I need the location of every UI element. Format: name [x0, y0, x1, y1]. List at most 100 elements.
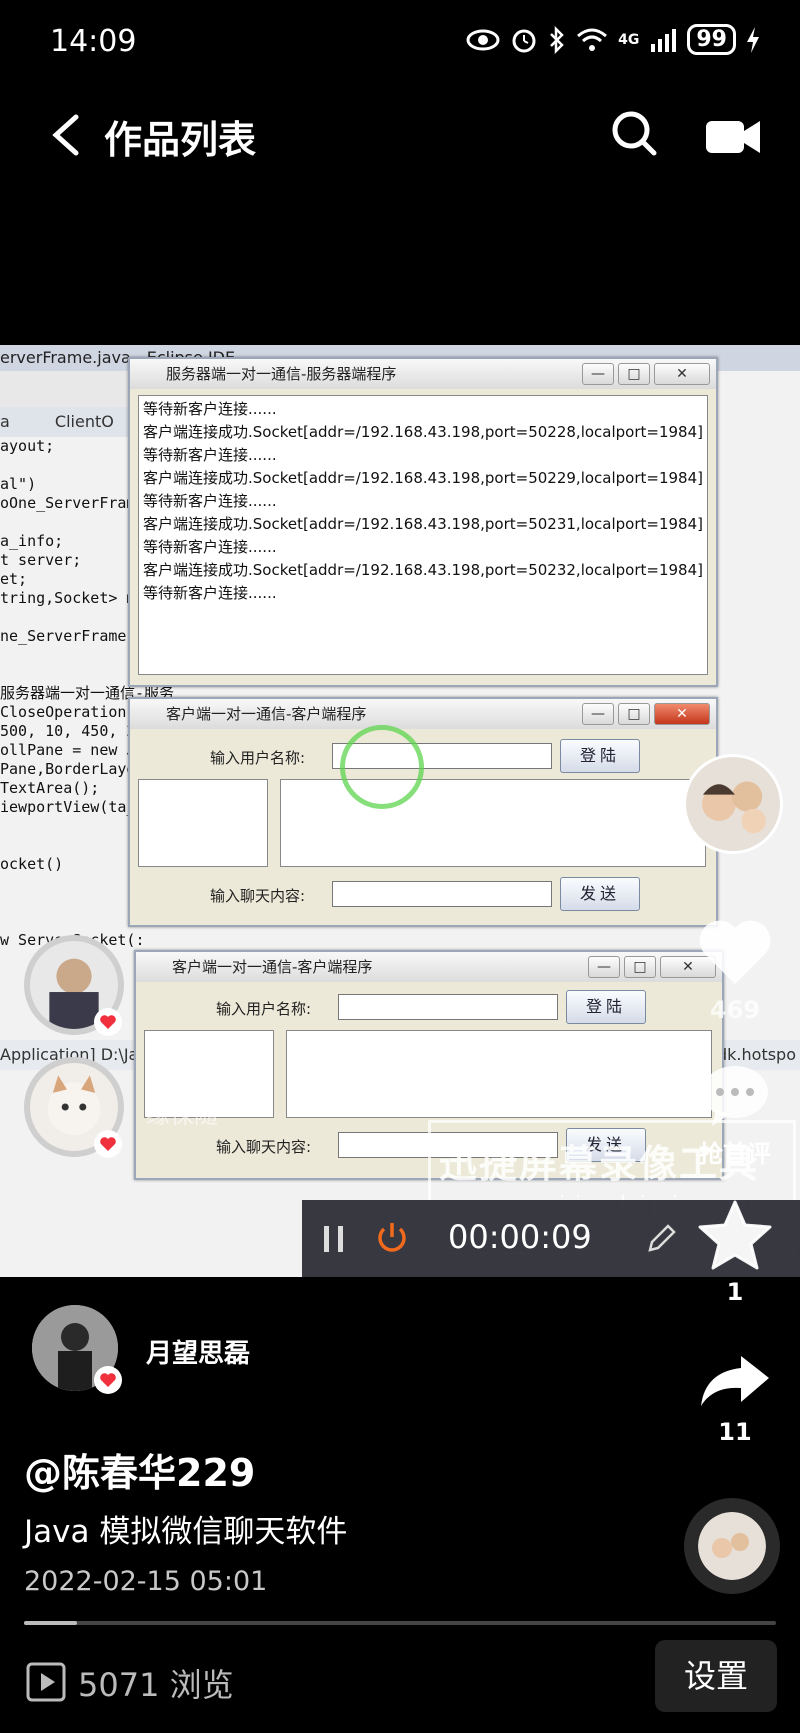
ide-code-line: t server;: [0, 551, 82, 569]
ide-code-line: [0, 817, 140, 836]
recording-time: 00:00:09: [448, 1218, 592, 1256]
music-disc[interactable]: [684, 1498, 780, 1594]
share-action[interactable]: 11: [690, 1352, 780, 1446]
ide-code-line: CloseOperation(: [0, 703, 136, 721]
video-progress-bar[interactable]: [24, 1621, 776, 1625]
client-window-1: 客户端一对一通信-客户端程序 — □ ✕ 输入用户名称: 登陆 输入聊天内容: …: [128, 697, 718, 927]
minimize-button[interactable]: —: [582, 703, 614, 725]
ide-code-line: [0, 513, 140, 532]
user-list[interactable]: [138, 779, 268, 867]
server-log-line: 等待新客户连接......: [143, 584, 277, 602]
ide-toolbar: [0, 371, 140, 407]
ide-code-line: a_info;: [0, 532, 64, 550]
like-action[interactable]: 469: [690, 918, 780, 1024]
ide-tab-bar: a ClientO: [0, 407, 140, 437]
share-count: 11: [718, 1418, 752, 1446]
bottom-bar: 5071 浏览 设置: [0, 1640, 800, 1733]
server-log-line: 客户端连接成功.Socket[addr=/192.168.43.198,port…: [143, 515, 703, 533]
network-type: 4G: [618, 31, 640, 48]
pen-icon[interactable]: [644, 1222, 678, 1256]
ide-code-line: tring,Socket> m: [0, 589, 136, 607]
ide-code-line: ne_ServerFrame(: [0, 627, 136, 645]
maximize-button[interactable]: □: [618, 703, 650, 725]
send-button[interactable]: 发送: [560, 877, 640, 911]
minimize-button[interactable]: —: [582, 363, 614, 385]
server-log-line: 客户端连接成功.Socket[addr=/192.168.43.198,port…: [143, 423, 703, 441]
ide-code-line: al"): [0, 475, 37, 493]
star-icon[interactable]: [698, 1200, 772, 1270]
post-description: Java 模拟微信聊天软件: [24, 1514, 348, 1550]
ide-code-line: et;: [0, 570, 28, 588]
favorite-count: 1: [726, 1278, 744, 1306]
status-icons: 4G 99: [466, 24, 760, 55]
heart-icon[interactable]: [696, 918, 774, 988]
server-log-line: 等待新客户连接......: [143, 538, 277, 556]
pause-icon[interactable]: [322, 1224, 346, 1254]
video-player[interactable]: erverFrame.java - Eclipse IDE a ClientO …: [0, 345, 800, 1277]
close-button[interactable]: ✕: [654, 703, 710, 725]
ide-code-line: ocket(): [0, 855, 64, 873]
ide-code-line: [0, 646, 140, 665]
ide-code-line: Pane,BorderLayo: [0, 760, 136, 778]
heart-icon: [94, 1130, 122, 1158]
status-time: 14:09: [50, 24, 137, 59]
alarm-icon: [512, 29, 536, 52]
server-log-line: 等待新客户连接......: [143, 400, 277, 418]
ide-code-line: [0, 608, 140, 627]
minimize-button[interactable]: —: [588, 956, 620, 978]
like-count: 469: [709, 996, 761, 1024]
overlay-commenter-name: 缘保随: [146, 1101, 218, 1129]
server-window: 服务器端一对一通信-服务器端程序 — □ ✕ 等待新客户连接...... 客户端连…: [128, 357, 718, 687]
chat-area[interactable]: [280, 779, 706, 867]
nav-bar: 作品列表: [0, 95, 800, 175]
settings-button[interactable]: 设置: [655, 1640, 777, 1712]
comment-label: 抢首评: [699, 1140, 771, 1168]
username-input[interactable]: [338, 994, 558, 1020]
play-icon: [26, 1662, 66, 1702]
ide-code-line: [0, 456, 140, 475]
ide-code-line: ayout;: [0, 437, 55, 455]
chat-area[interactable]: [286, 1030, 712, 1118]
charging-icon: [747, 26, 759, 53]
signal-icon: [651, 28, 677, 52]
message-label: 输入聊天内容:: [216, 1138, 312, 1156]
favorite-action[interactable]: 1: [690, 1200, 780, 1306]
status-bar: 14:09 4G 99: [0, 0, 800, 90]
heart-icon: [94, 1008, 122, 1036]
post-date: 2022-02-15 05:01: [24, 1566, 268, 1597]
bluetooth-icon: [550, 25, 564, 54]
ide-code-line: [0, 836, 140, 855]
heart-icon: [94, 1366, 122, 1394]
camera-icon[interactable]: [706, 117, 760, 157]
close-button[interactable]: ✕: [654, 363, 710, 385]
ide-code-line: [0, 874, 140, 893]
user-name[interactable]: 月望思磊: [146, 1333, 250, 1370]
message-input[interactable]: [332, 881, 552, 907]
maximize-button[interactable]: □: [624, 956, 656, 978]
server-log-line: 等待新客户连接......: [143, 492, 277, 510]
ide-code-line: 500, 10, 450, 2: [0, 722, 136, 740]
ide-code-line: TextArea();: [0, 779, 100, 797]
ide-code-line: oOne_ServerFram: [0, 494, 136, 512]
ide-code-line: [0, 665, 140, 684]
login-button[interactable]: 登陆: [560, 739, 640, 773]
author-handle[interactable]: @陈春华229: [24, 1442, 255, 1497]
share-arrow-icon[interactable]: [699, 1352, 771, 1408]
search-icon[interactable]: [610, 109, 658, 157]
creator-avatar[interactable]: [683, 754, 783, 854]
video-progress-fill: [24, 1621, 77, 1625]
comment-action[interactable]: 抢首评: [690, 1062, 780, 1169]
ide-tab: ClientO: [54, 412, 114, 431]
ide-code-line: [0, 912, 140, 931]
comment-icon[interactable]: [698, 1062, 772, 1128]
client-window-controls: — □ ✕: [582, 703, 710, 725]
maximize-button[interactable]: □: [618, 363, 650, 385]
server-log-line: 客户端连接成功.Socket[addr=/192.168.43.198,port…: [143, 469, 703, 487]
ide-code-line: [0, 893, 140, 912]
username-label: 输入用户名称:: [210, 749, 306, 767]
username-label: 输入用户名称:: [216, 1000, 312, 1018]
login-button[interactable]: 登陆: [566, 990, 646, 1024]
stop-recording-icon[interactable]: [374, 1220, 410, 1256]
server-log-area[interactable]: 等待新客户连接...... 客户端连接成功.Socket[addr=/192.16…: [138, 395, 708, 675]
back-arrow-icon[interactable]: [48, 113, 84, 157]
